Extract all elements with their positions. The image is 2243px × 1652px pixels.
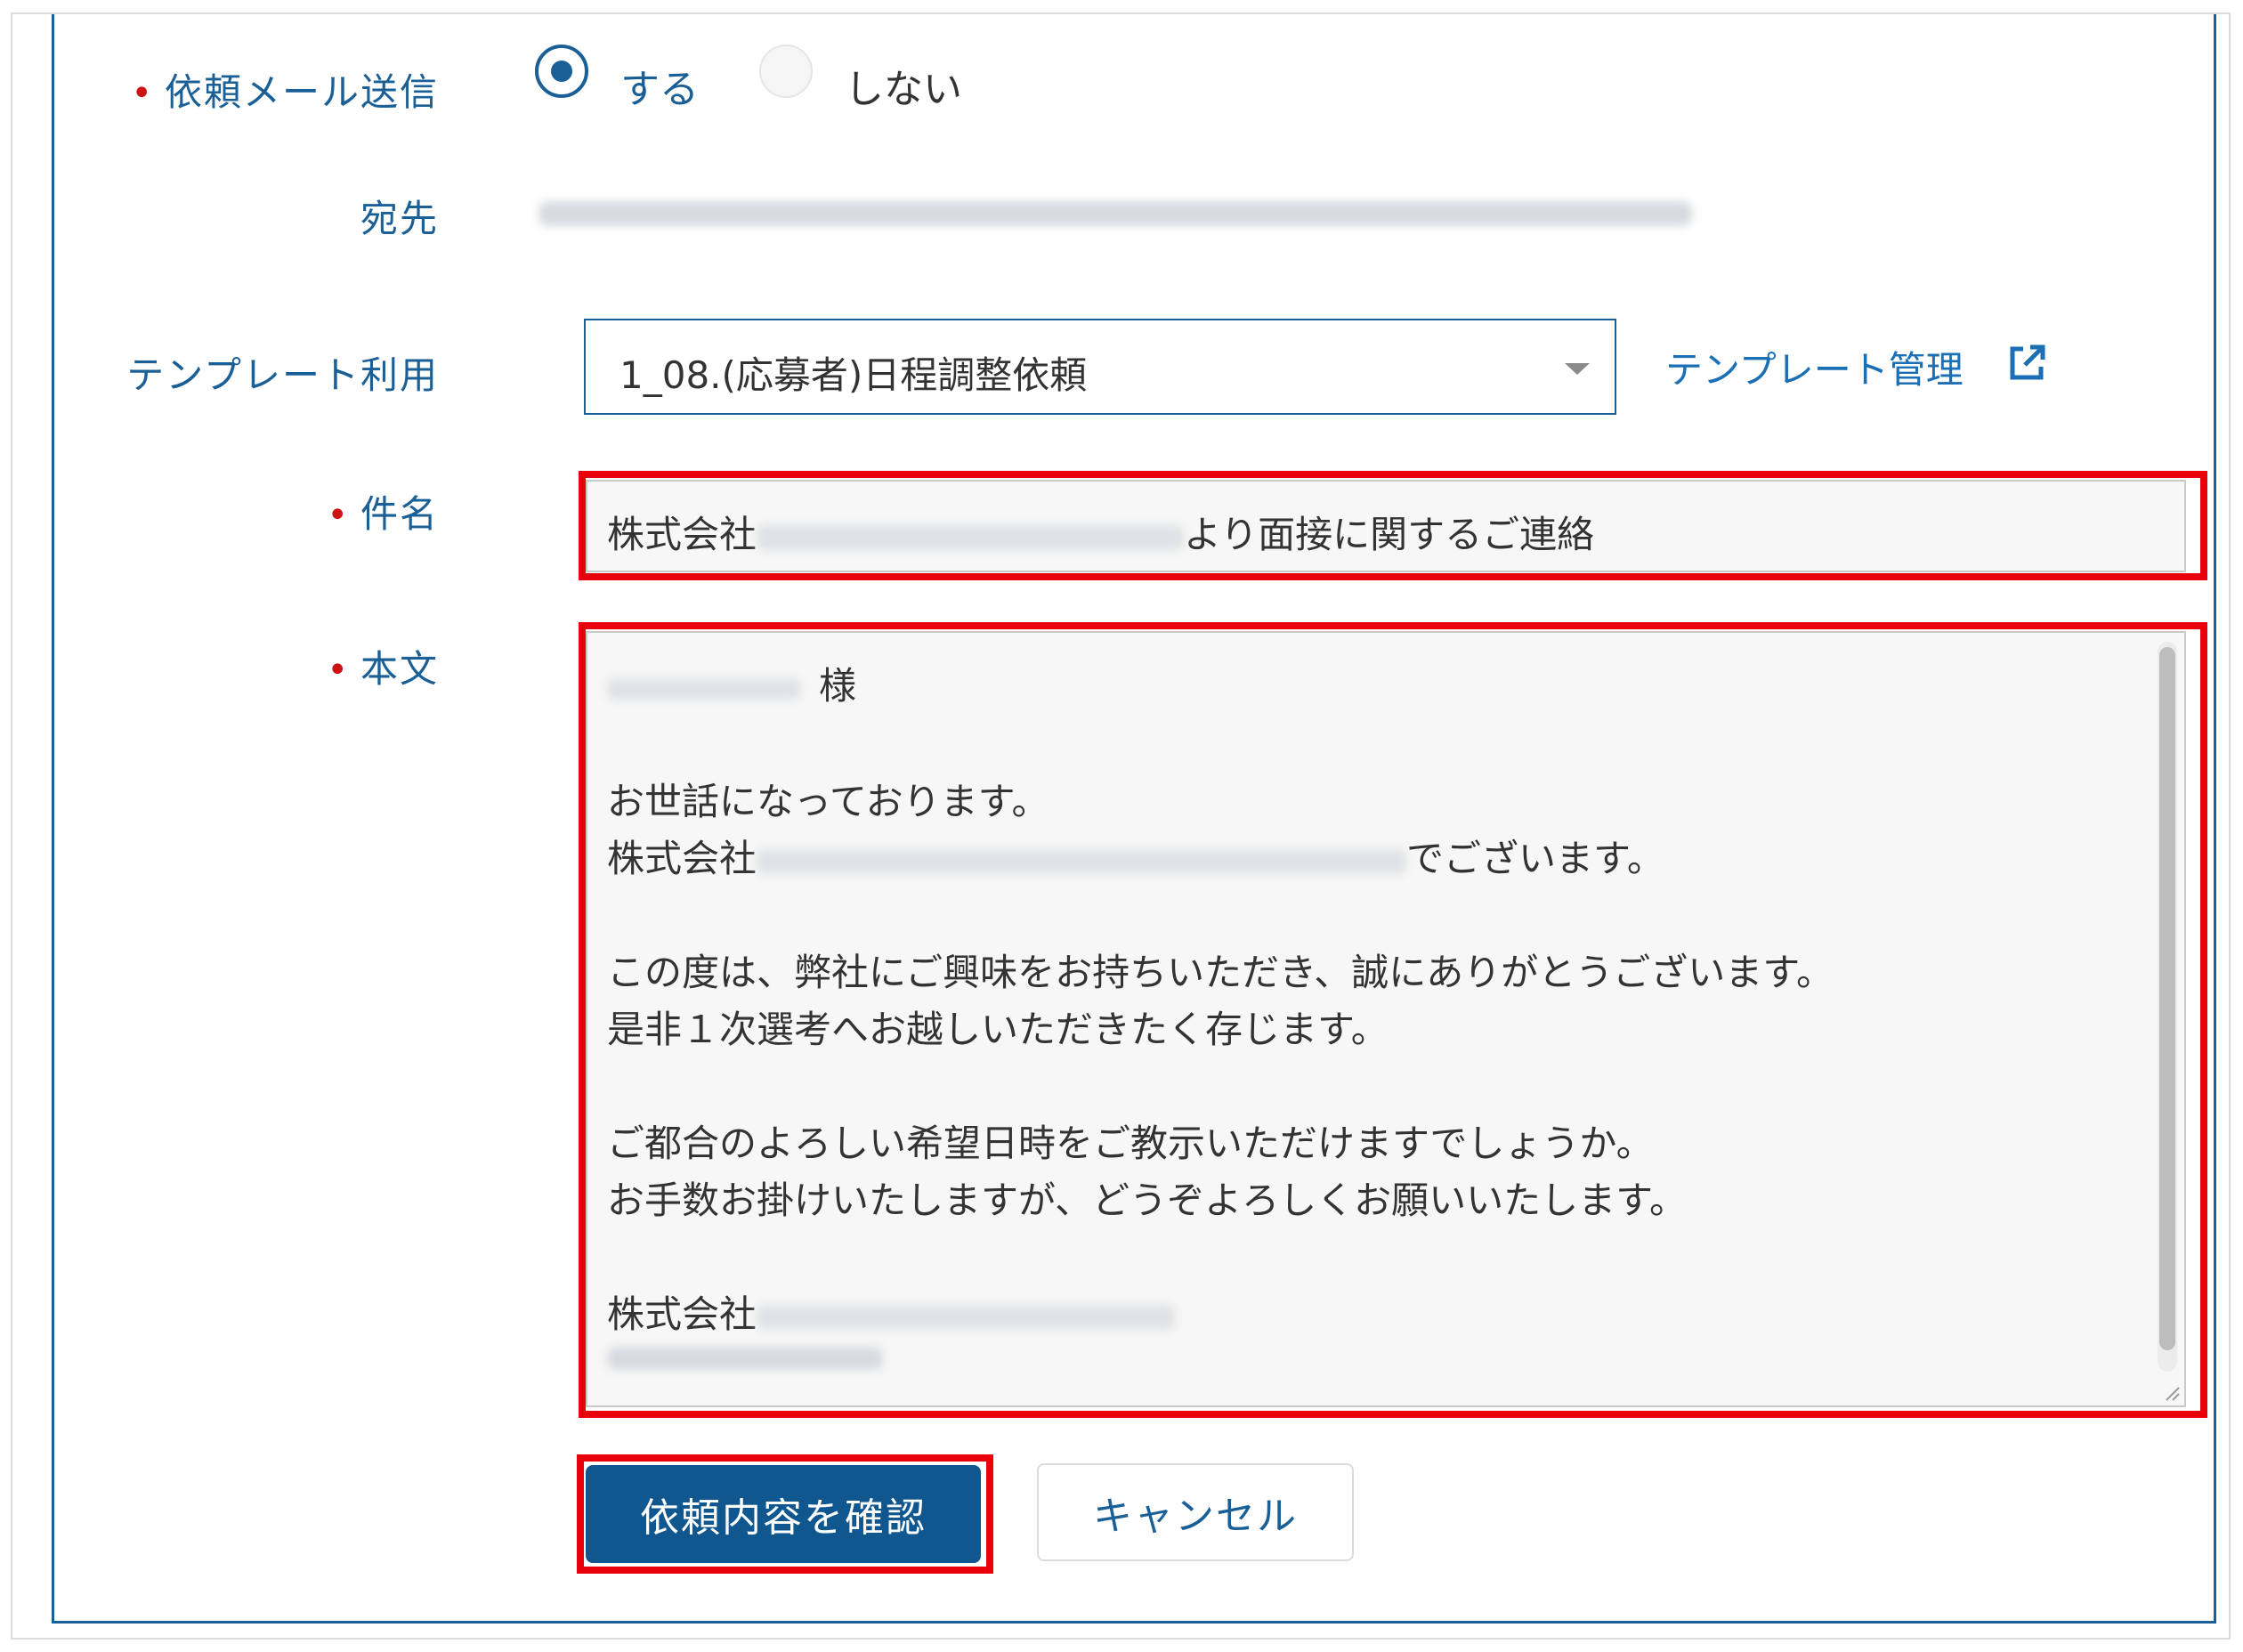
body-company-suffix: でございます。 bbox=[1406, 837, 1664, 880]
body-greeting: お世話になっております。 bbox=[607, 780, 1049, 823]
required-marker: • bbox=[131, 73, 154, 114]
send-mail-label: • 依頼メール送信 bbox=[131, 62, 439, 117]
template-select[interactable]: 1_08.(応募者)日程調整依頼 bbox=[584, 319, 1616, 415]
template-manage-link[interactable]: テンプレート管理 bbox=[1665, 340, 1964, 394]
subject-label-text: 件名 bbox=[360, 492, 439, 536]
recipient-label: 宛先 bbox=[360, 197, 439, 240]
send-mail-yes-radio[interactable] bbox=[535, 45, 588, 98]
body-para1-line2: 是非１次選考へお越しいただきたく存じます。 bbox=[607, 1008, 1389, 1051]
subject-prefix: 株式会社 bbox=[607, 513, 757, 556]
screenshot-frame: • 依頼メール送信 する しない 宛先 テンプレート利用 1_08.(応募者)日程… bbox=[11, 12, 2231, 1640]
body-company-prefix: 株式会社 bbox=[607, 837, 757, 880]
body-signature-line: 株式会社 bbox=[607, 1284, 1176, 1339]
body-company-line: 株式会社 でございます。 bbox=[607, 829, 1664, 883]
body-signature-sub-redacted bbox=[607, 1347, 883, 1370]
body-scrollbar-thumb[interactable] bbox=[2159, 647, 2175, 1350]
body-signature-redacted bbox=[757, 1304, 1176, 1330]
body-salutation-line: 様 bbox=[607, 656, 856, 710]
send-mail-no-radio[interactable] bbox=[759, 45, 813, 98]
template-select-value: 1_08.(応募者)日程調整依頼 bbox=[619, 353, 1088, 397]
body-label-text: 本文 bbox=[360, 647, 439, 691]
subject-value: 株式会社 より面接に関するご連絡 bbox=[607, 505, 1594, 559]
send-mail-label-text: 依頼メール送信 bbox=[164, 70, 439, 114]
body-label: • 本文 bbox=[327, 639, 439, 693]
resize-grip-icon[interactable] bbox=[2159, 1381, 2181, 1402]
body-para1-line1: この度は、弊社にご興味をお持ちいただき、誠にありがとうございます。 bbox=[607, 951, 1834, 994]
body-para2-line1: ご都合のよろしい希望日時をご教示いただけますでしょうか。 bbox=[607, 1122, 1654, 1165]
dropdown-caret-icon bbox=[1565, 363, 1590, 375]
external-link-icon[interactable] bbox=[2005, 342, 2048, 385]
subject-suffix: より面接に関するご連絡 bbox=[1184, 513, 1595, 556]
required-marker: • bbox=[327, 495, 350, 536]
send-mail-no-label[interactable]: しない bbox=[845, 57, 962, 114]
confirm-request-button[interactable]: 依頼内容を確認 bbox=[586, 1465, 981, 1563]
body-salutation-suffix: 様 bbox=[819, 664, 857, 708]
body-company-redacted bbox=[757, 848, 1407, 874]
template-label: テンプレート利用 bbox=[126, 353, 439, 397]
request-form-panel: • 依頼メール送信 する しない 宛先 テンプレート利用 1_08.(応募者)日程… bbox=[52, 14, 2216, 1624]
body-textarea[interactable]: 様 お世話になっております。 株式会社 でございます。 この度は、弊社にご興味をお… bbox=[586, 631, 2186, 1407]
recipient-name-redacted bbox=[607, 677, 801, 700]
subject-input[interactable]: 株式会社 より面接に関するご連絡 bbox=[586, 480, 2186, 572]
cancel-button[interactable]: キャンセル bbox=[1037, 1463, 1354, 1561]
required-marker: • bbox=[327, 650, 350, 691]
body-para2-line2: お手数お掛けいたしますが、どうぞよろしくお願いいたします。 bbox=[607, 1178, 1687, 1222]
subject-company-redacted bbox=[757, 524, 1185, 550]
subject-label: • 件名 bbox=[327, 484, 439, 539]
send-mail-yes-label[interactable]: する bbox=[620, 57, 699, 114]
recipient-value-redacted bbox=[538, 201, 1692, 226]
body-signature-prefix: 株式会社 bbox=[607, 1292, 757, 1336]
